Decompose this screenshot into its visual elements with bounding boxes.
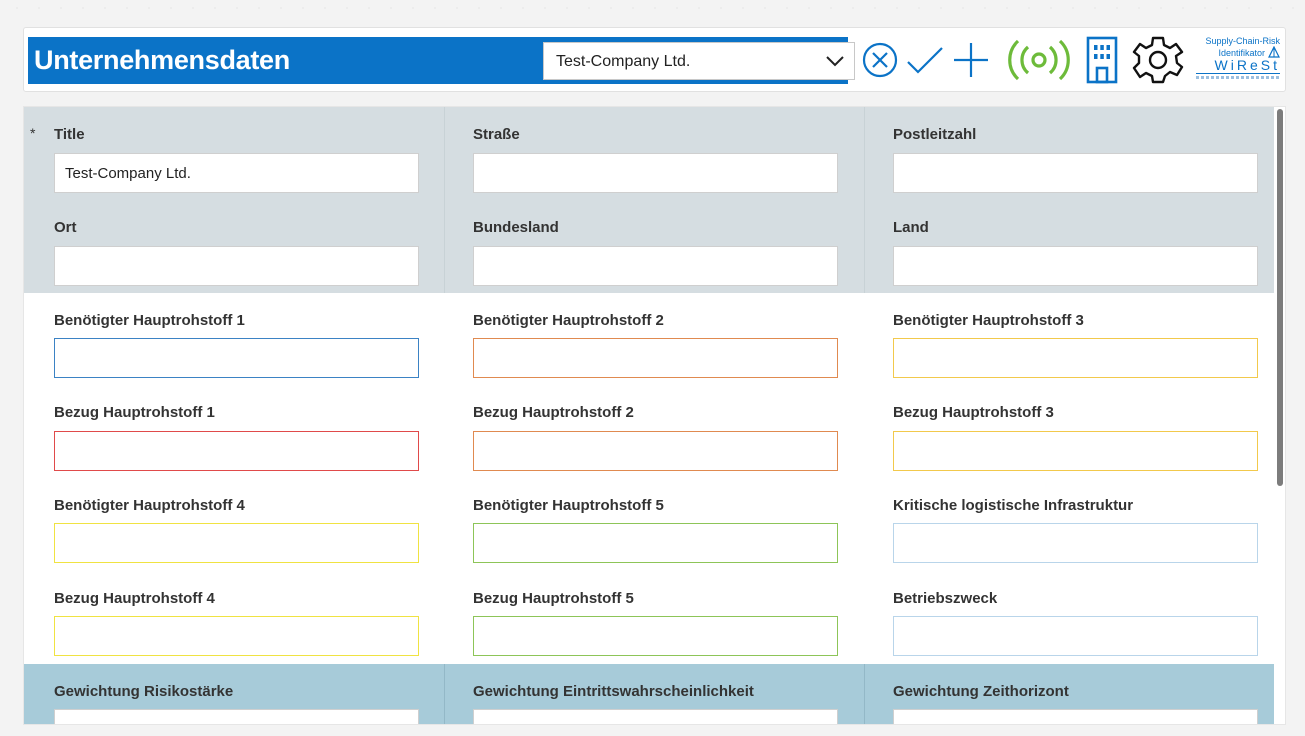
logo-line1: Supply-Chain-Risk — [1205, 36, 1280, 46]
gewichtung-eintritt-input[interactable] — [473, 709, 838, 724]
bezug-2-input[interactable] — [473, 431, 838, 471]
logo-brand: WiReSt — [1196, 58, 1280, 74]
bezug-5-input[interactable] — [473, 616, 838, 656]
strasse-input[interactable] — [473, 153, 838, 193]
land-input[interactable] — [893, 246, 1258, 286]
page-title: Unternehmensdaten — [34, 45, 290, 75]
bezug-3-input[interactable] — [893, 431, 1258, 471]
betriebszweck-label: Betriebszweck — [893, 590, 998, 607]
cancel-circle-icon[interactable] — [860, 40, 900, 80]
plus-icon[interactable] — [952, 40, 990, 80]
land-label: Land — [893, 219, 929, 236]
broadcast-icon[interactable] — [1006, 38, 1072, 82]
kritische-infrastruktur-label: Kritische logistische Infrastruktur — [893, 497, 1134, 514]
title-label: Title — [54, 126, 85, 143]
logo: Supply-Chain-Risk Identifikator WiReSt — [1196, 36, 1280, 86]
ort-input[interactable] — [54, 246, 419, 286]
required-marker: * — [30, 125, 36, 141]
bezug-5-label: Bezug Hauptrohstoff 5 — [473, 590, 634, 607]
hauptrohstoff-2-label: Benötigter Hauptrohstoff 2 — [473, 312, 664, 329]
building-icon[interactable] — [1084, 35, 1120, 85]
gewichtung-risiko-input[interactable] — [54, 709, 419, 724]
company-dropdown-value: Test-Company Ltd. — [556, 53, 691, 70]
hauptrohstoff-5-label: Benötigter Hauptrohstoff 5 — [473, 497, 664, 514]
column-divider — [864, 107, 865, 293]
bezug-1-label: Bezug Hauptrohstoff 1 — [54, 404, 215, 421]
form-panel[interactable]: * Title Test-Company Ltd. Straße Postlei… — [23, 106, 1286, 725]
logo-tagline-bar — [1196, 76, 1280, 79]
title-bar: Unternehmensdaten Test-Company Ltd. — [28, 37, 855, 84]
hauptrohstoff-1-input[interactable] — [54, 338, 419, 378]
title-input[interactable]: Test-Company Ltd. — [54, 153, 419, 193]
column-divider — [864, 664, 865, 724]
bezug-2-label: Bezug Hauptrohstoff 2 — [473, 404, 634, 421]
hauptrohstoff-1-label: Benötigter Hauptrohstoff 1 — [54, 312, 245, 329]
plz-input[interactable] — [893, 153, 1258, 193]
ort-label: Ort — [54, 219, 77, 236]
hauptrohstoff-4-input[interactable] — [54, 523, 419, 563]
betriebszweck-input[interactable] — [893, 616, 1258, 656]
strasse-label: Straße — [473, 126, 520, 143]
gewichtung-zeit-input[interactable] — [893, 709, 1258, 724]
hauptrohstoff-2-input[interactable] — [473, 338, 838, 378]
chevron-down-icon — [826, 56, 844, 67]
bezug-4-label: Bezug Hauptrohstoff 4 — [54, 590, 215, 607]
column-divider — [444, 107, 445, 293]
scrollbar-thumb[interactable] — [1277, 109, 1283, 486]
plz-label: Postleitzahl — [893, 126, 977, 143]
gewichtung-zeit-label: Gewichtung Zeithorizont — [893, 683, 1069, 700]
gewichtung-risiko-label: Gewichtung Risikostärke — [54, 683, 234, 700]
bundesland-input[interactable] — [473, 246, 838, 286]
company-dropdown[interactable]: Test-Company Ltd. — [543, 42, 855, 80]
bezug-3-label: Bezug Hauptrohstoff 3 — [893, 404, 1054, 421]
gewichtung-eintritt-label: Gewichtung Eintrittswahrscheinlichkeit — [473, 683, 754, 700]
top-dotted-border — [0, 0, 1305, 12]
gear-icon[interactable] — [1130, 34, 1186, 86]
hauptrohstoff-3-label: Benötigter Hauptrohstoff 3 — [893, 312, 1084, 329]
title-input-value: Test-Company Ltd. — [65, 165, 191, 182]
checkmark-icon[interactable] — [904, 40, 946, 80]
hauptrohstoff-3-input[interactable] — [893, 338, 1258, 378]
hauptrohstoff-4-label: Benötigter Hauptrohstoff 4 — [54, 497, 245, 514]
bundesland-label: Bundesland — [473, 219, 559, 236]
header-bar: Unternehmensdaten Test-Company Ltd. Supp… — [23, 27, 1286, 92]
kritische-infrastruktur-input[interactable] — [893, 523, 1258, 563]
bezug-1-input[interactable] — [54, 431, 419, 471]
bezug-4-input[interactable] — [54, 616, 419, 656]
column-divider — [444, 664, 445, 724]
hauptrohstoff-5-input[interactable] — [473, 523, 838, 563]
